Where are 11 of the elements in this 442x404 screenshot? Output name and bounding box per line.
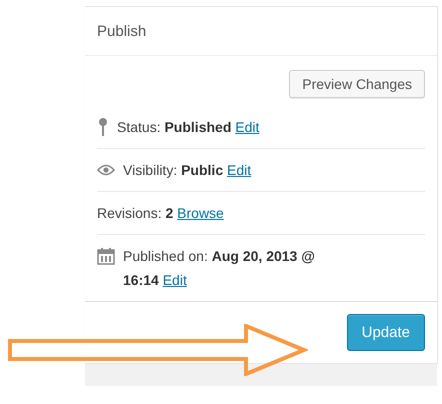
revisions-link[interactable]: Browse: [177, 205, 224, 221]
status-text: Status: Published Edit: [117, 118, 260, 137]
update-button[interactable]: Update: [346, 314, 425, 351]
preview-changes-button[interactable]: Preview Changes: [289, 70, 425, 98]
date-link[interactable]: Edit: [162, 272, 187, 288]
date-text: Published on: Aug 20, 2013 @ 16:14 Edit: [123, 247, 316, 290]
panel-title: Publish: [85, 7, 437, 56]
visibility-link[interactable]: Edit: [227, 162, 252, 178]
status-link[interactable]: Edit: [235, 119, 260, 135]
revisions-text: Revisions: 2 Browse: [97, 204, 224, 223]
visibility-text: Visibility: Public Edit: [123, 161, 252, 180]
